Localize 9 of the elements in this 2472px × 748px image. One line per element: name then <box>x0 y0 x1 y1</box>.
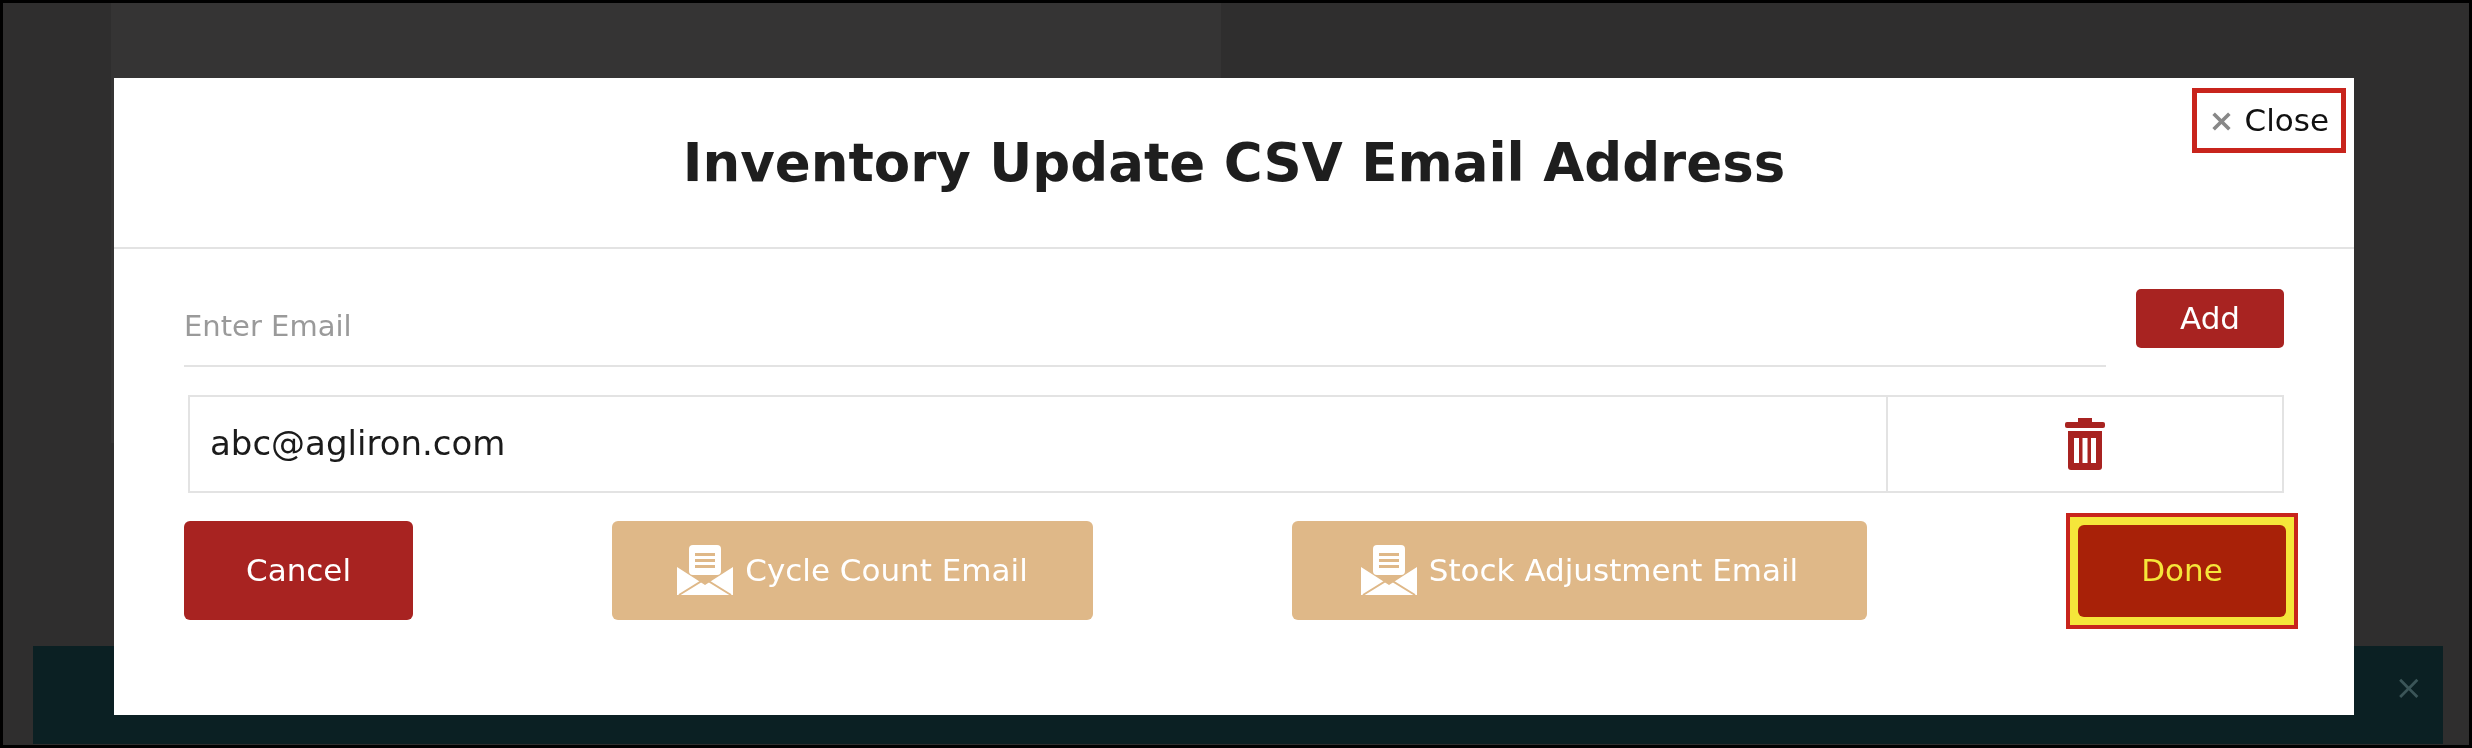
cancel-button[interactable]: Cancel <box>184 521 413 620</box>
done-button[interactable]: Done <box>2078 524 2286 617</box>
close-button[interactable]: × Close <box>2191 88 2346 153</box>
trash-icon[interactable] <box>2065 417 2105 470</box>
email-address: abc@agliron.com <box>210 422 506 465</box>
envelope-icon <box>1360 544 1417 597</box>
add-button[interactable]: Add <box>2136 289 2284 348</box>
envelope-icon <box>677 544 734 597</box>
modal-title: Inventory Update CSV Email Address <box>682 130 1786 195</box>
